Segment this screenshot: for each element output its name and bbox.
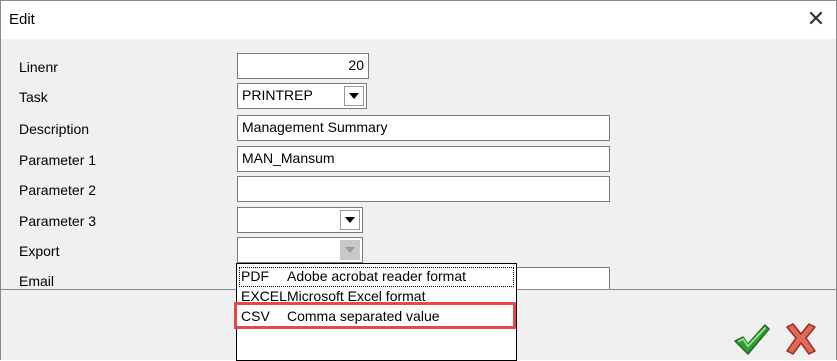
task-select[interactable]: PRINTREP — [237, 83, 367, 109]
edit-dialog: Edit ✕ Linenr 20 Task PRINTREP Descripti… — [0, 0, 837, 361]
linenr-label: Linenr — [19, 59, 58, 75]
option-code: PDF — [241, 268, 269, 284]
export-label: Export — [19, 243, 60, 259]
parameter-1-label: Parameter 1 — [19, 152, 97, 168]
x-icon[interactable] — [781, 321, 821, 357]
title-bar: Edit ✕ — [1, 1, 836, 39]
export-select[interactable] — [237, 237, 363, 263]
parameter-3-label: Parameter 3 — [19, 213, 97, 229]
description-field[interactable]: Management Summary — [237, 115, 610, 141]
export-option-pdf[interactable]: PDF Adobe acrobat reader format — [239, 267, 514, 287]
chevron-down-icon[interactable] — [340, 240, 360, 260]
description-label: Description — [19, 121, 90, 137]
task-value: PRINTREP — [242, 87, 313, 103]
linenr-field[interactable]: 20 — [237, 53, 369, 79]
task-label: Task — [19, 89, 48, 105]
chevron-down-icon[interactable] — [344, 86, 364, 106]
csv-highlight-box — [234, 302, 516, 329]
parameter-3-select[interactable] — [237, 207, 363, 233]
checkmark-icon[interactable] — [731, 321, 771, 357]
chevron-down-icon[interactable] — [340, 210, 360, 230]
edit-form: Linenr 20 Task PRINTREP Description Mana… — [1, 39, 836, 293]
email-label: Email — [19, 273, 55, 289]
parameter-2-field[interactable] — [237, 176, 610, 202]
close-icon[interactable]: ✕ — [802, 7, 830, 33]
window-title: Edit — [9, 11, 35, 28]
option-description: Adobe acrobat reader format — [287, 268, 466, 284]
parameter-1-field[interactable]: MAN_Mansum — [237, 146, 610, 172]
parameter-2-label: Parameter 2 — [19, 182, 97, 198]
